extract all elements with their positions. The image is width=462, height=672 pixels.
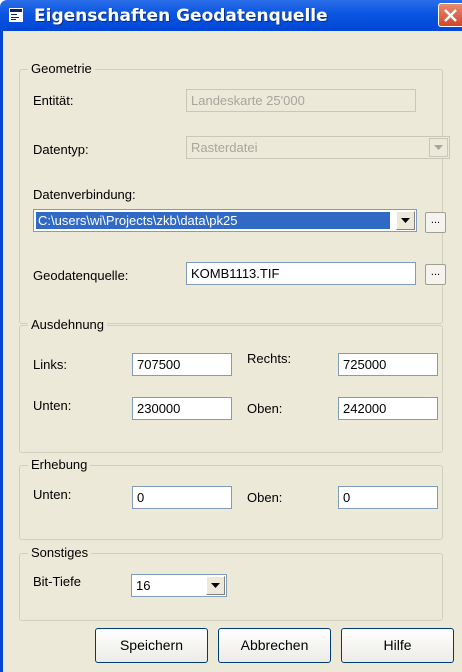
help-button[interactable]: Hilfe bbox=[341, 628, 454, 663]
close-button[interactable] bbox=[438, 3, 462, 27]
chevron-down-icon bbox=[434, 145, 443, 150]
bittiefe-label: Bit-Tiefe bbox=[33, 574, 81, 589]
datenverbindung-value: C:\users\wi\Projects\zkb\data\pk25 bbox=[36, 212, 390, 229]
geodatenquelle-field[interactable]: KOMB1113.TIF bbox=[186, 262, 416, 285]
links-field[interactable]: 707500 bbox=[132, 353, 232, 376]
dialog-client-area: Geometrie Entität: Landeskarte 25'000 Da… bbox=[3, 31, 462, 672]
entitaet-field: Landeskarte 25'000 bbox=[186, 89, 416, 112]
chevron-down-icon bbox=[211, 583, 220, 588]
geodatenquelle-label: Geodatenquelle: bbox=[33, 268, 129, 283]
bittiefe-select[interactable]: 16 bbox=[131, 574, 227, 597]
erhebung-unten-label: Unten: bbox=[33, 487, 72, 502]
entitaet-label: Entität: bbox=[33, 93, 74, 108]
window-title: Eigenschaften Geodatenquelle bbox=[34, 6, 328, 26]
bittiefe-value: 16 bbox=[136, 578, 151, 593]
group-legend-sonstiges: Sonstiges bbox=[28, 545, 92, 560]
datenverbindung-label: Datenverbindung: bbox=[33, 187, 136, 202]
ausdehnung-unten-field[interactable]: 230000 bbox=[132, 397, 232, 420]
title-bar[interactable]: Eigenschaften Geodatenquelle bbox=[0, 0, 462, 31]
datentyp-label: Datentyp: bbox=[33, 142, 89, 157]
cancel-button[interactable]: Abbrechen bbox=[218, 628, 331, 663]
datenverbindung-dropdown-button[interactable] bbox=[396, 211, 415, 230]
ausdehnung-oben-field[interactable]: 242000 bbox=[338, 397, 438, 420]
rechts-label: Rechts: bbox=[247, 351, 292, 366]
erhebung-unten-field[interactable]: 0 bbox=[132, 486, 232, 509]
rechts-field[interactable]: 725000 bbox=[338, 353, 438, 376]
datentyp-dropdown-button bbox=[429, 138, 448, 157]
links-label: Links: bbox=[33, 357, 67, 372]
datenverbindung-select[interactable]: C:\users\wi\Projects\zkb\data\pk25 bbox=[33, 209, 417, 232]
group-ausdehnung: Ausdehnung bbox=[19, 317, 443, 453]
bittiefe-dropdown-button[interactable] bbox=[206, 576, 225, 595]
ausdehnung-oben-label: Oben: bbox=[247, 401, 283, 416]
group-legend-geometrie: Geometrie bbox=[28, 61, 95, 76]
erhebung-oben-label: Oben: bbox=[247, 490, 283, 505]
group-legend-ausdehnung: Ausdehnung bbox=[28, 317, 108, 332]
chevron-down-icon bbox=[401, 218, 410, 223]
browse-connection-button[interactable]: ... bbox=[425, 212, 446, 233]
window-icon bbox=[9, 8, 23, 22]
save-button[interactable]: Speichern bbox=[95, 628, 208, 663]
dialog-window: Eigenschaften Geodatenquelle Geometrie E… bbox=[0, 0, 462, 672]
erhebung-oben-field[interactable]: 0 bbox=[338, 486, 438, 509]
group-legend-erhebung: Erhebung bbox=[28, 457, 91, 472]
browse-geodatenquelle-button[interactable]: ... bbox=[425, 264, 446, 285]
ausdehnung-unten-label: Unten: bbox=[33, 398, 72, 413]
datentyp-value: Rasterdatei bbox=[191, 140, 258, 155]
datentyp-select: Rasterdatei bbox=[186, 136, 450, 159]
group-sonstiges: Sonstiges bbox=[19, 545, 443, 621]
